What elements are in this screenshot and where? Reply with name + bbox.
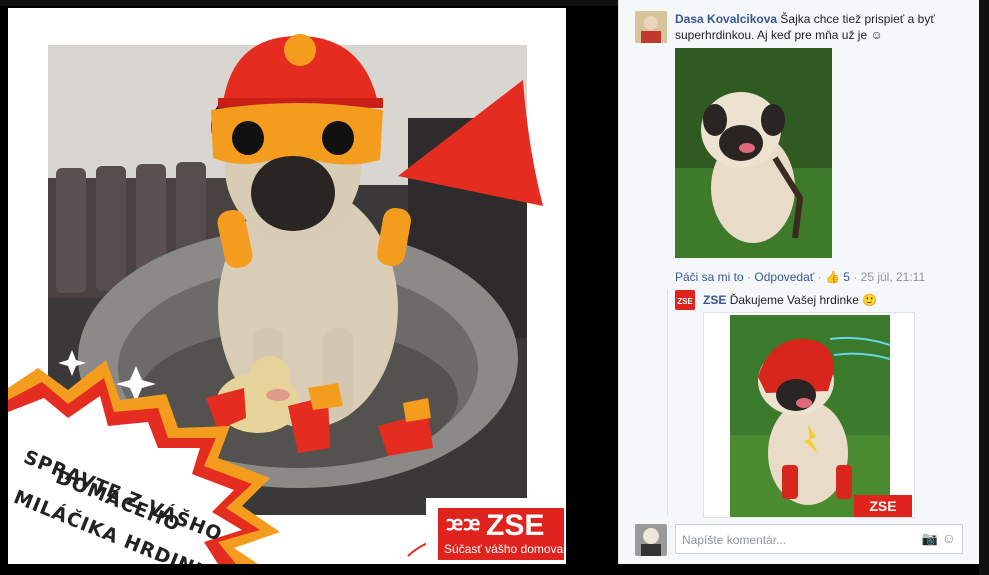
zse-brand-text: ZSE — [486, 509, 545, 542]
composer-avatar — [635, 524, 667, 556]
comment-author-link[interactable]: Dasa Kovalcikova — [675, 12, 777, 26]
comments-panel: Dasa Kovalcikova Šajka chce tiež prispie… — [618, 0, 979, 564]
zse-logo-mark-icon: ꭢꭢ — [446, 513, 481, 535]
background-edge — [979, 0, 989, 575]
comment-input[interactable]: Napíšte komentár... 📷 ☺ — [675, 524, 963, 554]
reply-link[interactable]: Odpovedať — [754, 270, 814, 284]
like-link[interactable]: Páči sa mi to — [675, 270, 744, 284]
avatar-image — [635, 11, 667, 43]
thumbs-up-icon: 👍 — [824, 270, 840, 284]
photo-viewer[interactable]: SPRAVTE Z VÁŠHO DOMÁCEHO MILÁČIKA HRDINU… — [8, 8, 566, 564]
reply-thread-line — [667, 290, 668, 515]
comment-text-row: Dasa Kovalcikova Šajka chce tiež prispie… — [675, 11, 965, 43]
comment-attached-photo[interactable] — [675, 48, 832, 258]
camera-icon[interactable]: 📷 — [922, 531, 938, 547]
comment-actions: Páči sa mi to · Odpovedať · 👍 5 · 25 júl… — [675, 270, 975, 284]
emoji-icon[interactable]: ☺ — [942, 530, 956, 546]
comment-input-placeholder: Napíšte komentár... — [682, 533, 787, 547]
zse-avatar-logo-icon: ZSE — [675, 290, 695, 310]
reply-author-link[interactable]: ZSE — [703, 293, 726, 307]
user-avatar-image — [635, 524, 667, 556]
comment-timestamp[interactable]: 25 júl, 21:11 — [861, 270, 926, 284]
comment-body: Dasa Kovalcikova Šajka chce tiež prispie… — [675, 11, 965, 43]
zse-tagline: Súčasť vášho domova — [444, 542, 564, 556]
like-count[interactable]: 5 — [843, 270, 850, 284]
separator-dot: · — [817, 270, 825, 284]
separator-dot: · — [853, 270, 861, 284]
pug-flash-photo — [730, 315, 890, 517]
avatar[interactable] — [635, 11, 667, 43]
photo-zse-logo: ZSE — [854, 495, 912, 517]
svg-text:ZSE: ZSE — [677, 297, 693, 306]
reply-text: Ďakujeme Vašej hrdinke 🙂 — [729, 293, 878, 307]
reply-attached-photo[interactable]: ZSE — [703, 312, 915, 518]
reply-avatar[interactable]: ZSE — [675, 290, 695, 310]
reply-text-row: ZSE Ďakujeme Vašej hrdinke 🙂 — [703, 292, 973, 308]
